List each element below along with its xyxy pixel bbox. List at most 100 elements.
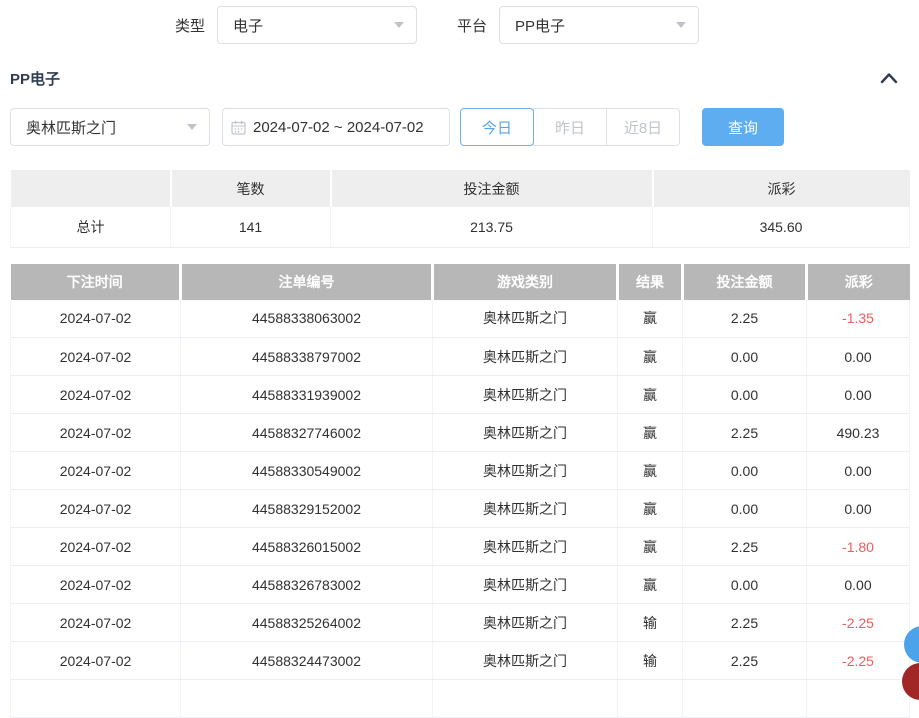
result-cell <box>618 680 683 718</box>
top-filter-bar: 类型 电子 平台 PP电子 <box>0 6 919 44</box>
detail-header-row: 下注时间 注单编号 游戏类别 结果 投注金额 派彩 <box>11 264 910 300</box>
today-button[interactable]: 今日 <box>460 108 534 146</box>
table-row <box>11 680 910 718</box>
order-number-cell: 44588325264002 <box>181 604 433 642</box>
order-number-cell: 44588326015002 <box>181 528 433 566</box>
payout-cell: 490.23 <box>807 414 910 452</box>
game-category-cell: 奥林匹斯之门 <box>433 642 618 680</box>
summary-total-bet: 213.75 <box>331 207 653 247</box>
header-bet-amount: 投注金额 <box>683 264 807 300</box>
summary-table: 笔数 投注金额 派彩 总计 141 213.75 345.60 <box>10 170 910 248</box>
summary-header-empty <box>11 170 171 207</box>
result-cell: 赢 <box>618 566 683 604</box>
result-cell: 赢 <box>618 376 683 414</box>
bet-amount-cell: 0.00 <box>683 452 807 490</box>
payout-cell: 0.00 <box>807 376 910 414</box>
bet-amount-cell: 2.25 <box>683 642 807 680</box>
order-number-cell: 44588326783002 <box>181 566 433 604</box>
payout-cell: -1.35 <box>807 300 910 338</box>
summary-header-payout: 派彩 <box>653 170 910 207</box>
summary-total-payout: 345.60 <box>653 207 910 247</box>
order-number-cell: 44588330549002 <box>181 452 433 490</box>
result-cell: 输 <box>618 642 683 680</box>
bet-amount-cell: 2.25 <box>683 414 807 452</box>
header-order-number: 注单编号 <box>181 264 433 300</box>
result-cell: 赢 <box>618 414 683 452</box>
summary-total-row: 总计 141 213.75 345.60 <box>11 207 910 247</box>
payout-cell: 0.00 <box>807 452 910 490</box>
bet-time-cell: 2024-07-02 <box>11 452 181 490</box>
game-category-cell: 奥林匹斯之门 <box>433 452 618 490</box>
bet-time-cell <box>11 680 181 718</box>
header-result: 结果 <box>618 264 683 300</box>
yesterday-button[interactable]: 昨日 <box>533 108 607 146</box>
bet-time-cell: 2024-07-02 <box>11 490 181 528</box>
summary-header-bet: 投注金额 <box>331 170 653 207</box>
bet-amount-cell: 2.25 <box>683 528 807 566</box>
payout-cell: -2.25 <box>807 642 910 680</box>
payout-cell: -2.25 <box>807 604 910 642</box>
summary-header-row: 笔数 投注金额 派彩 <box>11 170 910 207</box>
platform-filter-group: 平台 PP电子 <box>457 6 699 44</box>
table-row: 2024-07-02 44588324473002 奥林匹斯之门 输 2.25 … <box>11 642 910 680</box>
game-category-cell: 奥林匹斯之门 <box>433 490 618 528</box>
payout-cell: 0.00 <box>807 490 910 528</box>
result-cell: 赢 <box>618 528 683 566</box>
date-range-picker[interactable]: 2024-07-02 ~ 2024-07-02 <box>222 108 450 146</box>
bet-time-cell: 2024-07-02 <box>11 642 181 680</box>
summary-total-label: 总计 <box>11 207 171 247</box>
calendar-icon <box>231 120 246 135</box>
bet-time-cell: 2024-07-02 <box>11 300 181 338</box>
result-cell: 赢 <box>618 490 683 528</box>
payout-cell: -1.80 <box>807 528 910 566</box>
bet-amount-cell: 2.25 <box>683 300 807 338</box>
order-number-cell: 44588331939002 <box>181 376 433 414</box>
last-8-days-button[interactable]: 近8日 <box>606 108 680 146</box>
game-category-cell: 奥林匹斯之门 <box>433 300 618 338</box>
chevron-down-icon <box>187 124 197 130</box>
payout-cell: 0.00 <box>807 338 910 376</box>
search-button[interactable]: 查询 <box>702 108 784 146</box>
chevron-up-icon <box>880 72 898 84</box>
game-category-cell: 奥林匹斯之门 <box>433 528 618 566</box>
result-cell: 输 <box>618 604 683 642</box>
table-row: 2024-07-02 44588330549002 奥林匹斯之门 赢 0.00 … <box>11 452 910 490</box>
game-select-value: 奥林匹斯之门 <box>26 117 187 138</box>
bet-amount-cell <box>683 680 807 718</box>
order-number-cell: 44588324473002 <box>181 642 433 680</box>
bet-amount-cell: 0.00 <box>683 490 807 528</box>
header-game-category: 游戏类别 <box>433 264 618 300</box>
result-cell: 赢 <box>618 452 683 490</box>
game-category-cell <box>433 680 618 718</box>
bet-time-cell: 2024-07-02 <box>11 528 181 566</box>
bet-time-cell: 2024-07-02 <box>11 566 181 604</box>
bet-amount-cell: 0.00 <box>683 566 807 604</box>
payout-cell <box>807 680 910 718</box>
game-category-cell: 奥林匹斯之门 <box>433 376 618 414</box>
section-title: PP电子 <box>10 68 60 89</box>
order-number-cell: 44588338797002 <box>181 338 433 376</box>
platform-filter-label: 平台 <box>457 15 487 36</box>
query-toolbar: 奥林匹斯之门 2024-07-02 ~ 2024-07-02 今日 昨日 近8日… <box>10 108 909 146</box>
bet-amount-cell: 0.00 <box>683 376 807 414</box>
platform-select-value: PP电子 <box>515 15 676 36</box>
game-category-cell: 奥林匹斯之门 <box>433 566 618 604</box>
game-select[interactable]: 奥林匹斯之门 <box>10 108 210 146</box>
bet-time-cell: 2024-07-02 <box>11 376 181 414</box>
collapse-section-button[interactable] <box>880 72 898 84</box>
table-row: 2024-07-02 44588327746002 奥林匹斯之门 赢 2.25 … <box>11 414 910 452</box>
table-row: 2024-07-02 44588338797002 奥林匹斯之门 赢 0.00 … <box>11 338 910 376</box>
type-select[interactable]: 电子 <box>217 6 417 44</box>
payout-cell: 0.00 <box>807 566 910 604</box>
bet-time-cell: 2024-07-02 <box>11 338 181 376</box>
bet-amount-cell: 0.00 <box>683 338 807 376</box>
type-select-value: 电子 <box>233 15 394 36</box>
platform-select[interactable]: PP电子 <box>499 6 699 44</box>
order-number-cell: 44588329152002 <box>181 490 433 528</box>
detail-table-body: 2024-07-02 44588338063002 奥林匹斯之门 赢 2.25 … <box>11 300 910 718</box>
header-payout: 派彩 <box>807 264 910 300</box>
table-row: 2024-07-02 44588338063002 奥林匹斯之门 赢 2.25 … <box>11 300 910 338</box>
bet-amount-cell: 2.25 <box>683 604 807 642</box>
header-bet-time: 下注时间 <box>11 264 181 300</box>
chevron-down-icon <box>676 22 686 28</box>
